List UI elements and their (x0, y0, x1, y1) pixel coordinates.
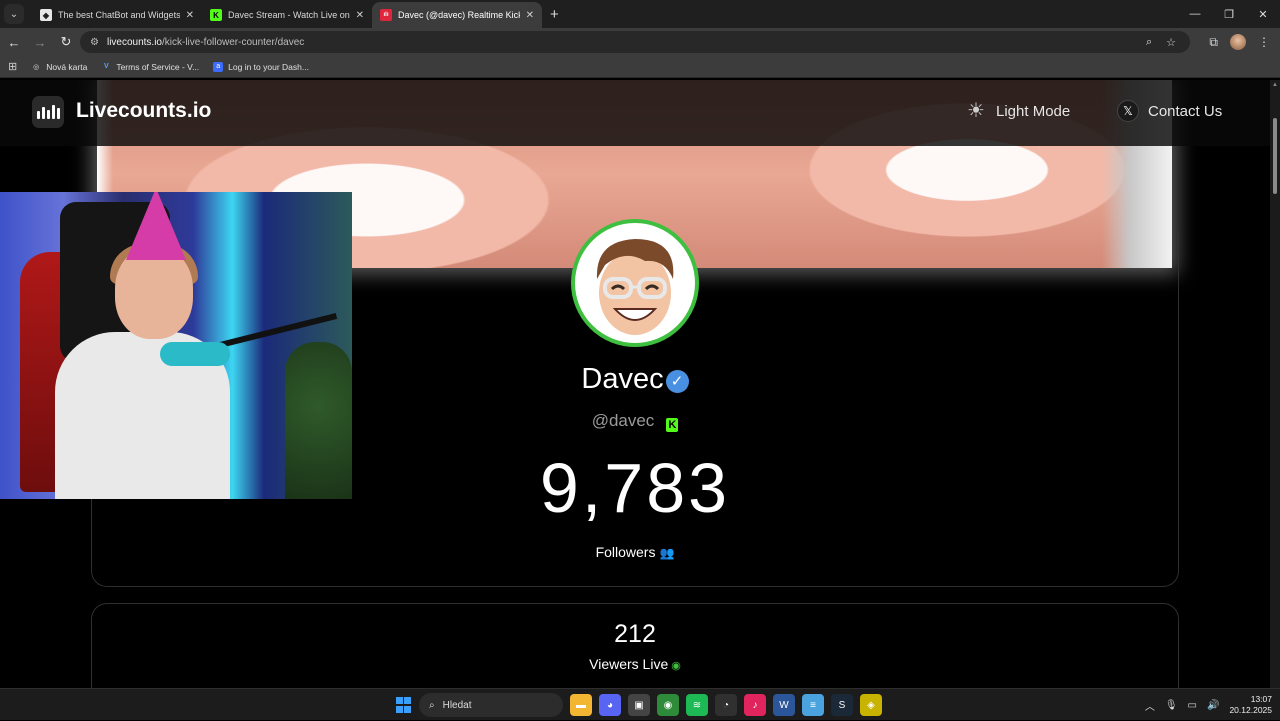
kick-logo-icon[interactable]: K (666, 418, 679, 432)
zoom-icon[interactable]: ⌕ (1146, 36, 1152, 49)
tab-1[interactable]: K Davec Stream - Watch Live on ✕ (202, 2, 372, 28)
users-icon: 👥 (659, 546, 675, 560)
tab-favicon-icon: ılı (380, 9, 392, 21)
tab-0[interactable]: ◆ The best ChatBot and Widgets ✕ (32, 2, 202, 28)
bookmark-item[interactable]: ◎ Nová karta (31, 62, 87, 72)
tiktok-icon[interactable]: ♪ (744, 694, 766, 716)
bookmark-label: Nová karta (46, 61, 88, 72)
tab-strip: ⌄ ◆ The best ChatBot and Widgets ✕ K Dav… (0, 0, 1280, 28)
forward-icon[interactable]: → (28, 30, 52, 54)
scroll-up-icon[interactable]: ▲ (1272, 82, 1278, 88)
avatar (571, 219, 699, 347)
verified-icon: ✓ (665, 370, 689, 393)
followers-label: Followers (595, 544, 656, 560)
v-logo-icon: V (103, 63, 109, 70)
globe-icon: ◎ (33, 63, 40, 71)
apps-grid-icon[interactable]: ⊞ (8, 60, 17, 73)
viewer-count: 212 (614, 620, 656, 648)
tab-favicon-icon: K (210, 9, 222, 21)
taskbar-search-label: Hledat (442, 699, 472, 711)
light-mode-button[interactable]: ☀ Light Mode (965, 100, 1070, 122)
light-mode-label: Light Mode (996, 102, 1071, 120)
app-icon[interactable]: ◈ (860, 694, 882, 716)
clock-time: 13:07 (1250, 694, 1272, 704)
eye-icon: ◉ (671, 660, 681, 672)
avatar-illustration (596, 239, 674, 335)
contact-label: Contact Us (1148, 102, 1223, 120)
steam-icon[interactable]: S (831, 694, 853, 716)
bookmark-star-icon[interactable]: ☆ (1166, 36, 1176, 49)
party-hat (126, 192, 186, 260)
profile-avatar[interactable] (1230, 34, 1246, 50)
scrollbar-thumb[interactable] (1273, 118, 1277, 194)
profile-name: Davec (581, 363, 664, 395)
viewers-label-row: Viewers Live ◉ (0, 656, 1270, 672)
reload-icon[interactable]: ↻ (54, 30, 78, 54)
clock-date: 20.12.2025 (1229, 705, 1272, 715)
brand-name[interactable]: Livecounts.io (76, 99, 211, 123)
clock[interactable]: 13:07 20.12.2025 (1229, 694, 1272, 716)
network-icon[interactable]: ▭ (1188, 700, 1197, 711)
notepad-icon[interactable]: ≡ (802, 694, 824, 716)
file-explorer-icon[interactable]: ▬ (570, 694, 592, 716)
url-path: /kick-live-follower-counter/davec (162, 36, 305, 48)
tab-close-icon[interactable]: ✕ (526, 10, 534, 21)
close-window-button[interactable]: ✕ (1246, 0, 1280, 28)
profile-handle: @davec (591, 411, 655, 430)
chevron-up-icon[interactable]: ︿ (1145, 698, 1155, 713)
site-info-icon[interactable]: ⚙ (90, 37, 99, 48)
back-icon[interactable]: ← (2, 30, 26, 54)
site-header: Livecounts.io ☀ Light Mode 𝕏 Contact Us (0, 80, 1270, 146)
taskbar-search[interactable]: ⌕ Hledat (419, 693, 563, 717)
tab-close-icon[interactable]: ✕ (356, 10, 364, 21)
menu-icon[interactable]: ⋮ (1258, 35, 1270, 49)
browser-toolbar: ← → ↻ ⚙ livecounts.io/kick-live-follower… (0, 28, 1280, 56)
x-logo-icon: 𝕏 (1117, 100, 1139, 122)
url-host: livecounts.io (106, 36, 162, 48)
system-tray: ︿ 🎙 ▭ 🔊 13:07 20.12.2025 (1145, 689, 1280, 721)
tab-close-icon[interactable]: ✕ (186, 10, 194, 21)
maximize-button[interactable]: ❐ (1212, 0, 1246, 28)
discord-icon[interactable]: ◕ (599, 694, 621, 716)
followers-label-row: Followers 👥 (0, 544, 1270, 560)
contact-us-button[interactable]: 𝕏 Contact Us (1117, 100, 1222, 122)
minimize-button[interactable]: — (1178, 0, 1212, 28)
microphone (160, 342, 230, 366)
extensions-icon[interactable]: ⧉ (1209, 35, 1218, 50)
bookmark-item[interactable]: V Terms of Service - V... (101, 62, 199, 72)
dashboard-icon: a (213, 61, 224, 72)
logo-icon[interactable] (32, 96, 64, 128)
microphone-icon[interactable]: 🎙 (1165, 700, 1178, 711)
volume-icon[interactable]: 🔊 (1207, 700, 1219, 711)
tab-favicon-icon: ◆ (40, 9, 52, 21)
bookmark-label: Terms of Service - V... (116, 61, 200, 72)
bookmark-item[interactable]: a Log in to your Dash... (213, 61, 309, 72)
tab-title: The best ChatBot and Widgets (58, 10, 180, 20)
new-tab-button[interactable]: + (550, 6, 559, 23)
chrome-icon[interactable]: ◉ (657, 694, 679, 716)
obs-icon[interactable]: ◔ (715, 694, 737, 716)
word-icon[interactable]: W (773, 694, 795, 716)
bookmark-label: Log in to your Dash... (228, 61, 309, 72)
page-scrollbar[interactable]: ▲ (1270, 80, 1280, 688)
snipping-tool-icon[interactable]: ▣ (628, 694, 650, 716)
bookmarks-bar: ⊞ ◎ Nová karta V Terms of Service - V...… (0, 56, 1280, 78)
webcam-overlay (0, 192, 352, 499)
windows-taskbar: ⌕ Hledat ▬ ◕ ▣ ◉ ≋ ◔ ♪ W ≡ S ◈ ︿ 🎙 ▭ 🔊 1… (0, 688, 1280, 720)
tab-2[interactable]: ılı Davec (@davec) Realtime Kick ✕ (372, 2, 542, 28)
spotify-icon[interactable]: ≋ (686, 694, 708, 716)
start-button-icon[interactable] (396, 697, 412, 713)
sun-icon: ☀ (967, 100, 985, 122)
tab-title: Davec (@davec) Realtime Kick (398, 10, 520, 20)
address-bar[interactable]: ⚙ livecounts.io/kick-live-follower-count… (80, 31, 1190, 53)
tab-search-chevron-icon[interactable]: ⌄ (4, 4, 24, 24)
search-icon: ⌕ (429, 699, 435, 711)
viewers-label: Viewers Live (589, 656, 669, 672)
tab-title: Davec Stream - Watch Live on (228, 10, 350, 20)
window-controls: — ❐ ✕ (1178, 0, 1280, 28)
